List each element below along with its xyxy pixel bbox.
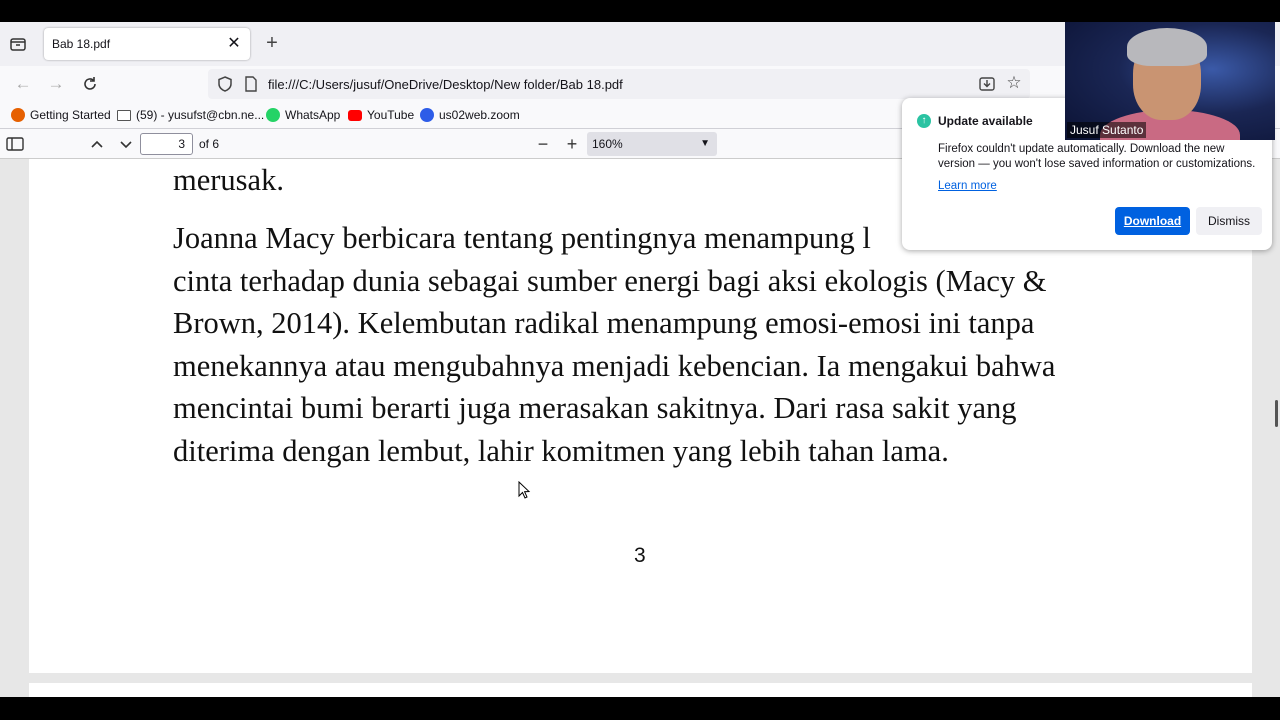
- document-line: menekannya atau mengubahnya menjadi kebe…: [173, 349, 1056, 383]
- learn-more-link[interactable]: Learn more: [938, 180, 997, 192]
- person-hair: [1127, 28, 1207, 66]
- update-arrow-icon: ↑: [917, 114, 931, 128]
- list-all-tabs-icon[interactable]: [8, 34, 28, 54]
- dismiss-button[interactable]: Dismiss: [1196, 207, 1262, 235]
- bookmark-label: YouTube: [367, 108, 415, 122]
- document-line: merusak.: [173, 163, 284, 197]
- zoom-value: 160%: [592, 137, 623, 151]
- webcam-overlay: Jusuf Sutanto: [1065, 22, 1275, 140]
- bookmark-star-icon[interactable]: ☆: [1004, 73, 1024, 93]
- firefox-icon: [11, 108, 25, 122]
- top-letterbox: [0, 0, 1280, 22]
- tab-bab-18-pdf[interactable]: Bab 18.pdf ✕: [44, 28, 250, 60]
- tab-title: Bab 18.pdf: [52, 37, 111, 51]
- next-page-icon[interactable]: [116, 134, 136, 154]
- bookmark-label: Getting Started: [30, 108, 111, 122]
- youtube-icon: [348, 109, 362, 121]
- previous-page-icon[interactable]: [87, 134, 107, 154]
- mouse-cursor-icon: [518, 481, 531, 499]
- notification-body: Firefox couldn't update automatically. D…: [938, 143, 1256, 170]
- scrollbar-thumb[interactable]: [1275, 400, 1278, 427]
- bookmark-label: (59) - yusufst@cbn.ne...: [136, 108, 265, 122]
- url-bar[interactable]: file:///C:/Users/jusuf/OneDrive/Desktop/…: [208, 69, 1030, 99]
- page-info-icon[interactable]: [244, 75, 258, 93]
- zoom-in-icon[interactable]: +: [561, 133, 583, 155]
- notification-title: Update available: [938, 114, 1033, 128]
- bookmark-zoom[interactable]: us02web.zoom: [420, 108, 520, 122]
- zoom-out-icon[interactable]: −: [532, 133, 554, 155]
- url-text[interactable]: file:///C:/Users/jusuf/OneDrive/Desktop/…: [268, 77, 623, 92]
- document-line: diterima dengan lembut, lahir komitmen y…: [173, 434, 949, 468]
- back-icon[interactable]: ←: [12, 73, 34, 95]
- download-button[interactable]: Download: [1115, 207, 1190, 235]
- bookmark-getting-started[interactable]: Getting Started: [11, 108, 111, 122]
- participant-name: Jusuf Sutanto: [1067, 122, 1147, 138]
- zoom-icon: [420, 108, 434, 122]
- document-line: Brown, 2014). Kelembutan radikal menampu…: [173, 306, 1035, 340]
- reload-icon[interactable]: [79, 73, 101, 95]
- bookmark-whatsapp[interactable]: WhatsApp: [266, 108, 340, 122]
- zoom-select[interactable]: 160% ▼: [587, 132, 717, 156]
- chevron-down-icon: ▼: [700, 138, 710, 149]
- tracking-protection-shield-icon[interactable]: [216, 75, 234, 93]
- bookmark-label: WhatsApp: [285, 108, 341, 122]
- mail-icon: [117, 109, 131, 121]
- page-total-label: of 6: [199, 137, 220, 151]
- forward-icon[interactable]: →: [45, 73, 67, 95]
- downloads-icon[interactable]: [978, 75, 996, 93]
- close-tab-icon[interactable]: ✕: [224, 34, 244, 54]
- page-number-input[interactable]: 3: [140, 133, 193, 155]
- sidebar-toggle-icon[interactable]: [6, 136, 24, 152]
- bottom-letterbox: [0, 697, 1280, 720]
- next-pdf-page: [29, 683, 1252, 697]
- whatsapp-icon: [266, 108, 280, 122]
- new-tab-button[interactable]: +: [262, 33, 282, 53]
- document-line: mencintai bumi berarti juga merasakan sa…: [173, 391, 1017, 425]
- bookmark-label: us02web.zoom: [439, 108, 520, 122]
- bookmark-mail[interactable]: (59) - yusufst@cbn.ne...: [117, 108, 264, 122]
- document-line: cinta terhadap dunia sebagai sumber ener…: [173, 264, 1047, 298]
- document-line: Joanna Macy berbicara tentang pentingnya…: [173, 221, 871, 255]
- bookmark-youtube[interactable]: YouTube: [348, 108, 414, 122]
- page-number: 3: [634, 544, 646, 567]
